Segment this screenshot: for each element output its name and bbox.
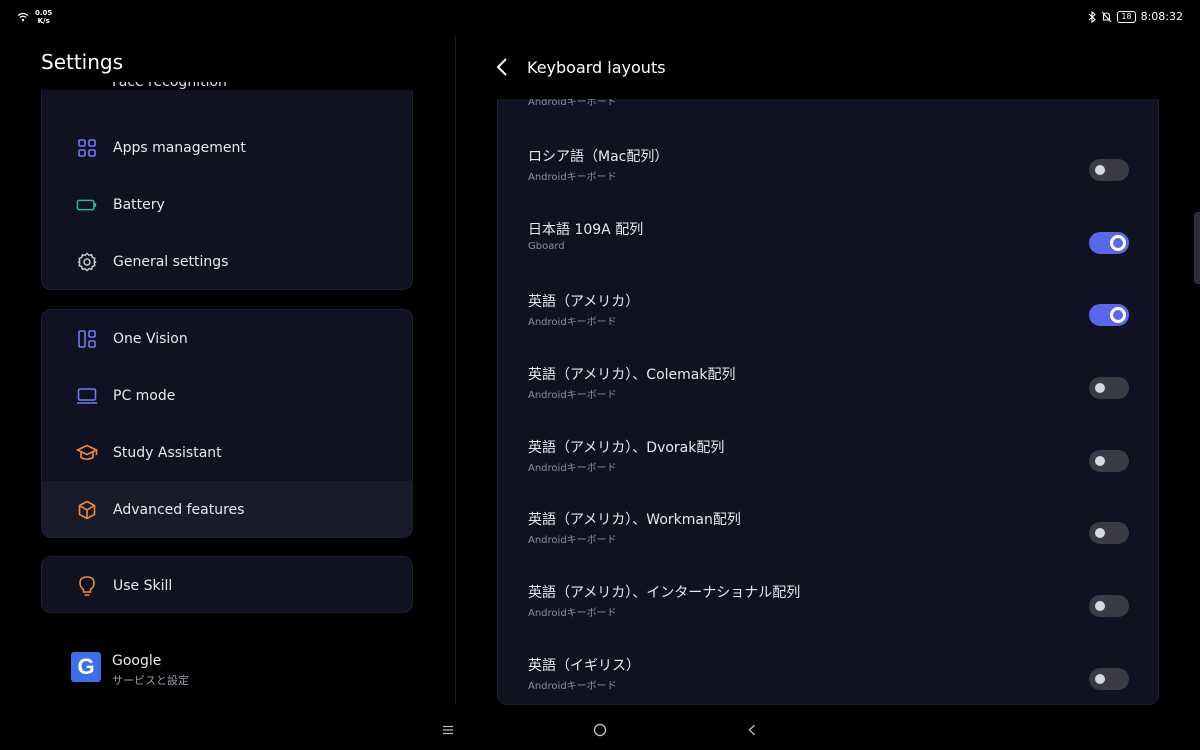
layout-title: 英語（アメリカ）	[528, 294, 640, 310]
status-bar: 0.05 K/s 18 8:08:32	[0, 0, 1200, 34]
layout-row-english-us[interactable]: 英語（アメリカ） Androidキーボード	[498, 267, 1158, 339]
layout-title: 英語（アメリカ）、Dvorak配列	[528, 440, 725, 456]
home-button[interactable]	[588, 718, 612, 742]
network-speed-unit: K/s	[37, 17, 50, 25]
clock: 8:08:32	[1140, 10, 1183, 23]
apps-grid-icon	[76, 137, 98, 159]
menu-item-battery[interactable]: Battery	[42, 176, 412, 233]
status-left: 0.05 K/s	[17, 9, 52, 25]
layout-toggle[interactable]	[1089, 668, 1129, 690]
layout-subtitle: Androidキーボード	[528, 390, 617, 401]
menu-item-label: Apps management	[113, 139, 246, 156]
keyboard-layouts-list: Androidキーボード ロシア語（Mac配列） Androidキーボード 日本…	[497, 99, 1159, 705]
menu-item-label: One Vision	[113, 330, 188, 347]
settings-title: Settings	[41, 50, 124, 74]
menu-item-apps-management[interactable]: Apps management	[42, 119, 412, 176]
layout-title: ロシア語（Mac配列）	[528, 149, 669, 165]
menu-item-pc-mode[interactable]: PC mode	[42, 367, 412, 424]
lightbulb-icon	[76, 575, 98, 597]
layout-toggle[interactable]	[1089, 377, 1129, 399]
menu-item-label: PC mode	[113, 387, 176, 404]
laptop-icon	[76, 385, 98, 407]
network-speed-value: 0.05	[35, 9, 53, 17]
layout-row-english-us-dvorak[interactable]: 英語（アメリカ）、Dvorak配列 Androidキーボード	[498, 413, 1158, 485]
layout-subtitle: Androidキーボード	[528, 608, 617, 619]
layout-row-russian-mac[interactable]: ロシア語（Mac配列） Androidキーボード	[498, 122, 1158, 194]
menu-item-one-vision[interactable]: One Vision	[42, 310, 412, 367]
menu-item-label: General settings	[113, 253, 229, 270]
bell-muted-icon	[1101, 11, 1112, 22]
keyboard-layouts-title: Keyboard layouts	[527, 58, 666, 77]
menu-item-label: Battery	[113, 196, 165, 213]
chevron-left-icon	[748, 724, 755, 736]
layout-subtitle: Gboard	[528, 241, 565, 252]
one-vision-icon	[76, 328, 98, 350]
back-button[interactable]	[492, 56, 514, 78]
hexagon-icon	[76, 499, 98, 521]
layout-toggle[interactable]	[1089, 595, 1129, 617]
layout-toggle[interactable]	[1089, 304, 1129, 326]
status-right: 18 8:08:32	[1088, 10, 1183, 23]
pane-divider	[455, 35, 456, 705]
layout-subtitle: Androidキーボード	[528, 535, 617, 546]
layout-row-english-us-workman[interactable]: 英語（アメリカ）、Workman配列 Androidキーボード	[498, 485, 1158, 557]
recents-button[interactable]	[436, 718, 460, 742]
menu-item-label: Study Assistant	[113, 444, 222, 461]
layout-row-japanese-109a[interactable]: 日本語 109A 配列 Gboard	[498, 195, 1158, 267]
menu-item-label: Use Skill	[113, 577, 173, 594]
layout-title: 英語（イギリス）	[528, 658, 640, 674]
menu-item-advanced-features[interactable]: Advanced features	[42, 481, 412, 537]
menu-item-label: Advanced features	[113, 501, 245, 518]
battery-level-badge: 18	[1117, 10, 1136, 23]
layout-title: 英語（アメリカ）、Colemak配列	[528, 367, 736, 383]
menu-lines-icon	[443, 725, 453, 735]
layout-title: 英語（アメリカ）、Workman配列	[528, 512, 741, 528]
layout-subtitle: Androidキーボード	[528, 463, 617, 474]
layout-row-english-uk[interactable]: 英語（イギリス） Androidキーボード	[498, 631, 1158, 703]
menu-item-use-skill[interactable]: Use Skill	[42, 557, 412, 612]
battery-icon	[76, 194, 98, 216]
layout-subtitle: Androidキーボード	[528, 172, 617, 183]
layout-toggle[interactable]	[1089, 159, 1129, 181]
bluetooth-icon	[1089, 10, 1097, 23]
gear-icon	[76, 251, 98, 273]
layout-toggle[interactable]	[1089, 450, 1129, 472]
google-item-title[interactable]: Google	[112, 653, 161, 669]
layout-row-english-us-colemak[interactable]: 英語（アメリカ）、Colemak配列 Androidキーボード	[498, 340, 1158, 412]
layout-title: 英語（アメリカ）、インターナショナル配列	[528, 585, 801, 601]
network-speed: 0.05 K/s	[35, 9, 52, 25]
menu-item-study-assistant[interactable]: Study Assistant	[42, 424, 412, 481]
partial-row-subtitle: Androidキーボード	[528, 99, 617, 108]
wifi-icon	[17, 12, 29, 22]
layout-subtitle: Androidキーボード	[528, 681, 617, 692]
partial-menu-item[interactable]: Face recognition	[112, 82, 227, 90]
layout-title: 日本語 109A 配列	[528, 222, 644, 238]
settings-card-3: Use Skill	[41, 556, 413, 613]
settings-card-1: Apps management Battery General settings	[41, 90, 413, 290]
layout-toggle[interactable]	[1089, 232, 1129, 254]
nav-back-button[interactable]	[740, 718, 764, 742]
settings-card-2: One Vision PC mode Study Assistant Advan…	[41, 309, 413, 538]
layout-subtitle: Androidキーボード	[528, 317, 617, 328]
navigation-bar	[0, 710, 1200, 750]
home-circle-icon	[593, 723, 607, 737]
google-item-subtitle: サービスと設定	[112, 674, 189, 687]
layout-row-english-us-international[interactable]: 英語（アメリカ）、インターナショナル配列 Androidキーボード	[498, 558, 1158, 630]
graduation-cap-icon	[76, 442, 98, 464]
layout-toggle[interactable]	[1089, 522, 1129, 544]
menu-item-general-settings[interactable]: General settings	[42, 233, 412, 289]
side-panel-handle[interactable]	[1194, 212, 1200, 284]
chevron-left-icon	[496, 58, 507, 76]
google-logo-icon[interactable]: G	[71, 652, 101, 682]
